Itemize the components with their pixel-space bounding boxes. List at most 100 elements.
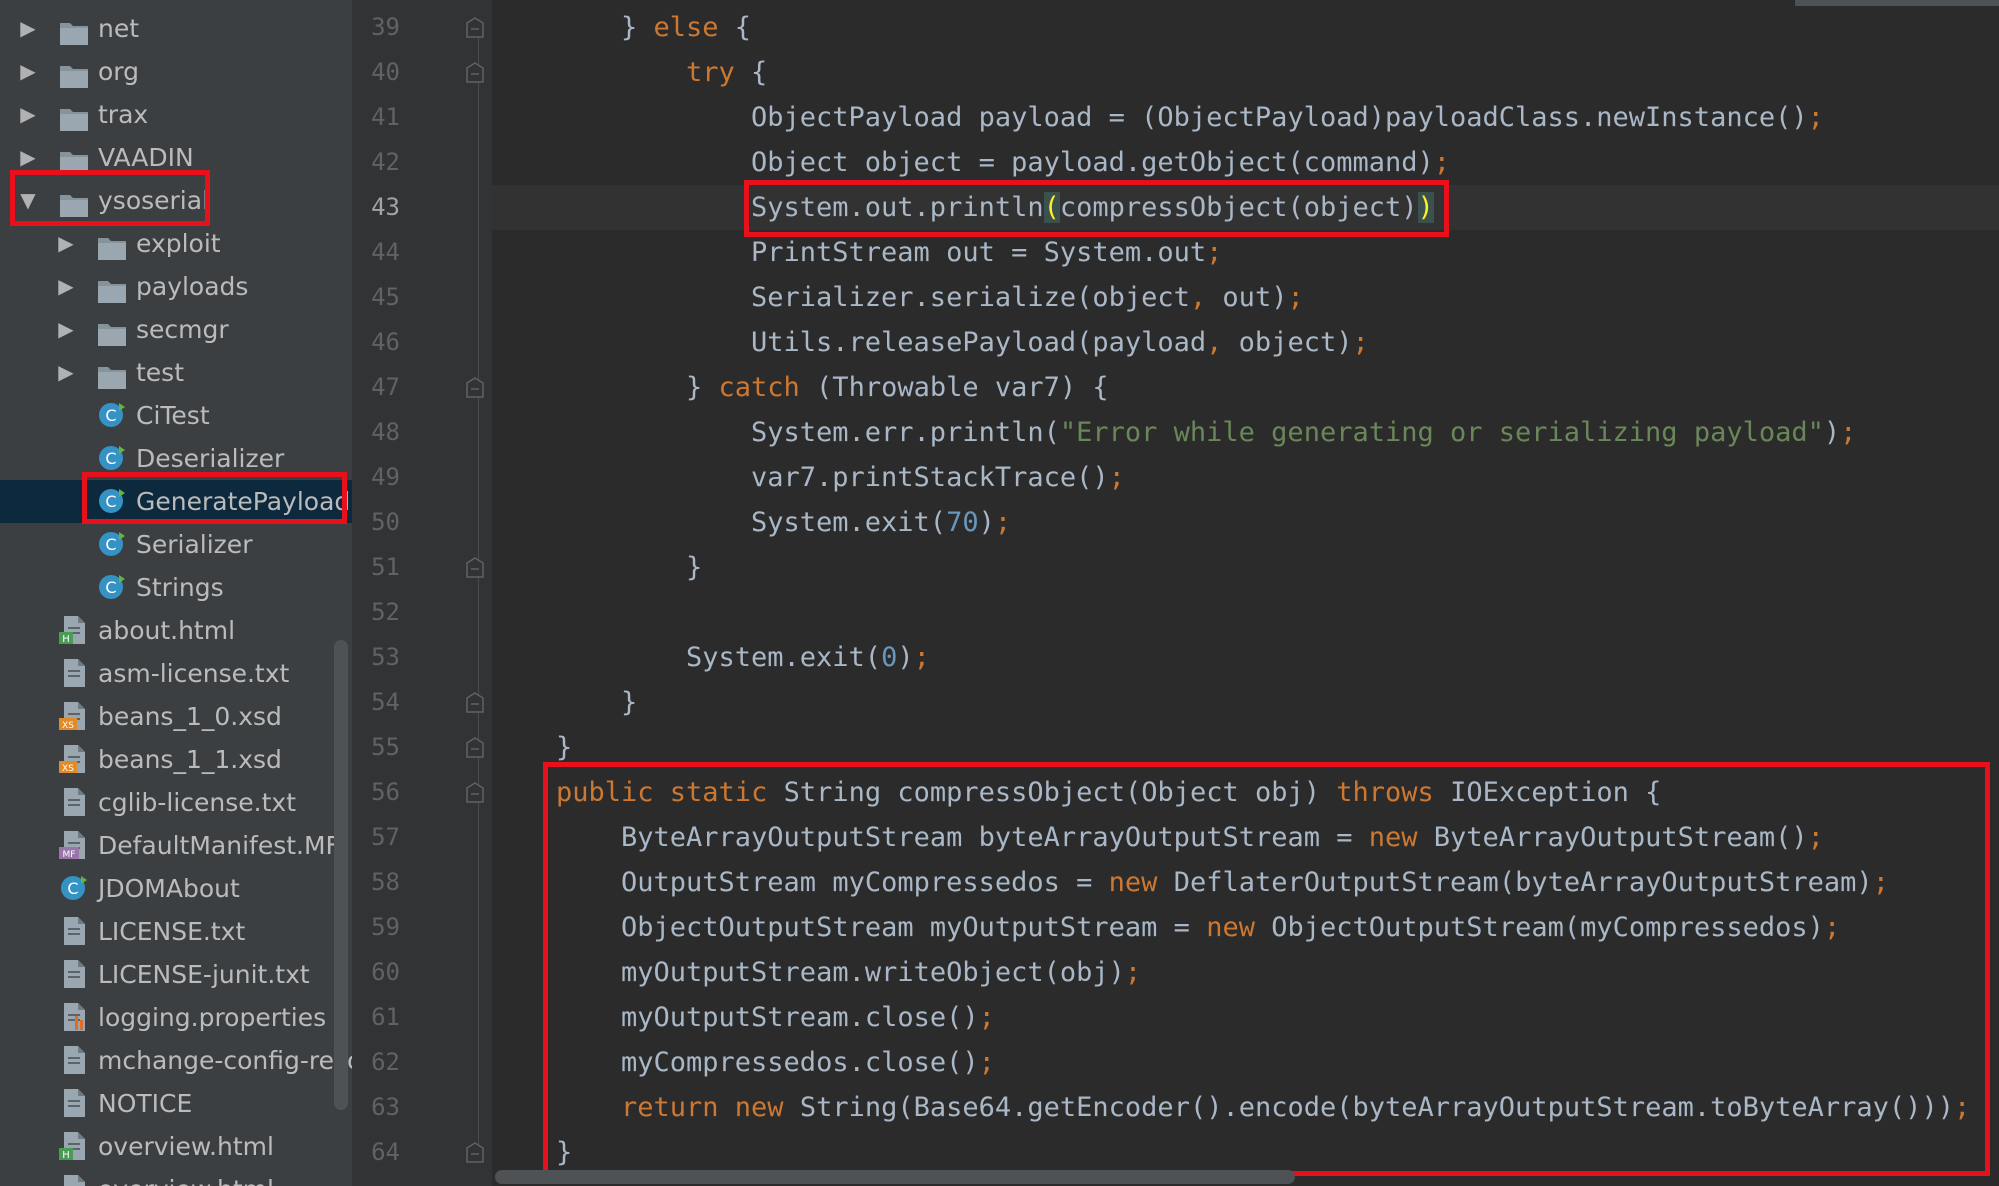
code-line[interactable]: } catch (Throwable var7) { <box>686 365 1109 410</box>
generatepayload-highlight-box <box>82 472 347 524</box>
tree-item-secmgr[interactable]: ▶ secmgr <box>0 308 352 351</box>
code-line[interactable]: } <box>686 545 702 590</box>
tree-item-about-html[interactable]: Habout.html <box>0 609 352 652</box>
expand-arrow-right-icon[interactable]: ▶ <box>53 351 79 394</box>
expand-arrow-right-icon[interactable]: ▶ <box>15 93 41 136</box>
folder-icon <box>59 102 89 131</box>
expand-arrow-right-icon[interactable]: ▶ <box>53 265 79 308</box>
fold-marker-icon[interactable] <box>464 557 486 579</box>
ysoserial-highlight-box <box>10 170 210 226</box>
text-file-icon <box>59 916 89 946</box>
tree-item-serializer[interactable]: C Serializer <box>0 523 352 566</box>
tree-item-payloads[interactable]: ▶ payloads <box>0 265 352 308</box>
tree-item-logging-properties[interactable]: logging.properties <box>0 996 352 1039</box>
line-number: 39 <box>371 13 400 41</box>
code-text: object) <box>1222 327 1353 358</box>
line-number: 57 <box>371 823 400 851</box>
fold-marker-icon[interactable] <box>464 377 486 399</box>
line-number: 53 <box>371 643 400 671</box>
tree-item-label: trax <box>98 100 149 129</box>
html-file-icon: H <box>59 615 89 645</box>
java-class-icon: C <box>97 400 127 430</box>
editor-horizontal-scrollbar[interactable] <box>495 1170 1295 1184</box>
code-text: Object object = payload.getObject(comman… <box>751 147 1434 178</box>
code-number: 0 <box>881 642 898 673</box>
fold-marker-icon[interactable] <box>464 17 486 39</box>
tree-item-trax[interactable]: ▶ trax <box>0 93 352 136</box>
folder-icon <box>59 59 89 88</box>
code-line[interactable]: } <box>621 680 637 725</box>
line-number: 55 <box>371 733 400 761</box>
line-number: 47 <box>371 373 400 401</box>
code-text: } <box>686 372 719 403</box>
tree-item-cglib-license-txt[interactable]: cglib-license.txt <box>0 781 352 824</box>
code-line[interactable]: Serializer.serialize(object, out); <box>751 275 1304 320</box>
fold-marker-icon[interactable] <box>464 737 486 759</box>
code-line[interactable]: ObjectPayload payload = (ObjectPayload)p… <box>751 95 1824 140</box>
editor-top-scrollbar[interactable] <box>1795 0 1999 6</box>
tree-item-jdomabout[interactable]: C JDOMAbout <box>0 867 352 910</box>
code-line[interactable]: System.exit(0); <box>686 635 930 680</box>
svg-text:XS: XS <box>62 721 74 731</box>
manifest-file-icon: MF <box>59 830 89 860</box>
tree-item-mchange-config-resou[interactable]: mchange-config-resou <box>0 1039 352 1082</box>
line-number: 43 <box>371 193 400 221</box>
tree-item-citest[interactable]: C CiTest <box>0 394 352 437</box>
tree-item-license-junit-txt[interactable]: LICENSE-junit.txt <box>0 953 352 996</box>
code-keyword: ; <box>1840 417 1857 448</box>
tree-item-label: DefaultManifest.MF <box>98 831 340 860</box>
tree-item-net[interactable]: ▶ net <box>0 7 352 50</box>
code-line[interactable]: var7.printStackTrace(); <box>751 455 1125 500</box>
tree-scrollbar[interactable] <box>334 640 348 1110</box>
code-line[interactable]: try { <box>686 50 767 95</box>
expand-arrow-right-icon[interactable]: ▶ <box>15 7 41 50</box>
code-keyword: , <box>1206 327 1223 358</box>
fold-marker-icon[interactable] <box>464 1142 486 1164</box>
code-keyword: try <box>686 57 735 88</box>
code-line[interactable]: } else { <box>621 5 751 50</box>
tree-item-overview-html[interactable]: Hoverview.html <box>0 1125 352 1168</box>
code-text: (Throwable var7) { <box>799 372 1109 403</box>
tree-item-label: net <box>98 14 140 43</box>
code-line[interactable]: Object object = payload.getObject(comman… <box>751 140 1450 185</box>
fold-marker-icon[interactable] <box>464 782 486 804</box>
code-line[interactable]: System.err.println("Error while generati… <box>751 410 1856 455</box>
code-line[interactable]: Utils.releasePayload(payload, object); <box>751 320 1369 365</box>
tree-item-test[interactable]: ▶ test <box>0 351 352 394</box>
println-highlight-box <box>744 180 1449 237</box>
code-text: ) <box>897 642 914 673</box>
tree-item-asm-license-txt[interactable]: asm-license.txt <box>0 652 352 695</box>
tree-item-label: Strings <box>136 573 224 602</box>
tree-item-label: beans_1_1.xsd <box>98 745 282 774</box>
tree-item-license-txt[interactable]: LICENSE.txt <box>0 910 352 953</box>
tree-item-label: org <box>98 57 140 86</box>
line-number: 45 <box>371 283 400 311</box>
code-text: Utils.releasePayload(payload <box>751 327 1207 358</box>
tree-item-label: JDOMAbout <box>98 874 240 903</box>
code-line[interactable]: System.exit(70); <box>751 500 1011 545</box>
tree-item-beans-1-0-xsd[interactable]: XS beans_1_0.xsd <box>0 695 352 738</box>
fold-marker-icon[interactable] <box>464 62 486 84</box>
tree-item-label: beans_1_0.xsd <box>98 702 282 731</box>
text-file-icon <box>59 1088 89 1118</box>
text-file-icon <box>59 787 89 817</box>
expand-arrow-right-icon[interactable]: ▶ <box>15 50 41 93</box>
tree-item-org[interactable]: ▶ org <box>0 50 352 93</box>
tree-item-notice[interactable]: NOTICE <box>0 1082 352 1125</box>
tree-item-strings[interactable]: C Strings <box>0 566 352 609</box>
line-number: 59 <box>371 913 400 941</box>
folder-icon <box>59 145 89 174</box>
tree-item-exploit[interactable]: ▶ exploit <box>0 222 352 265</box>
expand-arrow-right-icon[interactable]: ▶ <box>53 308 79 351</box>
tree-item-defaultmanifest-mf[interactable]: MF DefaultManifest.MF <box>0 824 352 867</box>
fold-marker-icon[interactable] <box>464 692 486 714</box>
code-keyword: catch <box>718 372 800 403</box>
tree-item-label: overview.html <box>98 1168 274 1186</box>
tree-item-label: secmgr <box>136 315 229 344</box>
expand-arrow-right-icon[interactable]: ▶ <box>53 222 79 265</box>
tree-item-beans-1-1-xsd[interactable]: XS beans_1_1.xsd <box>0 738 352 781</box>
code-text: Serializer.serialize(object <box>751 282 1190 313</box>
code-string: "Error while generating or serializing p… <box>1059 417 1824 448</box>
line-number: 64 <box>371 1138 400 1166</box>
tree-item-overview-html[interactable]: Hoverview.html <box>0 1168 352 1186</box>
